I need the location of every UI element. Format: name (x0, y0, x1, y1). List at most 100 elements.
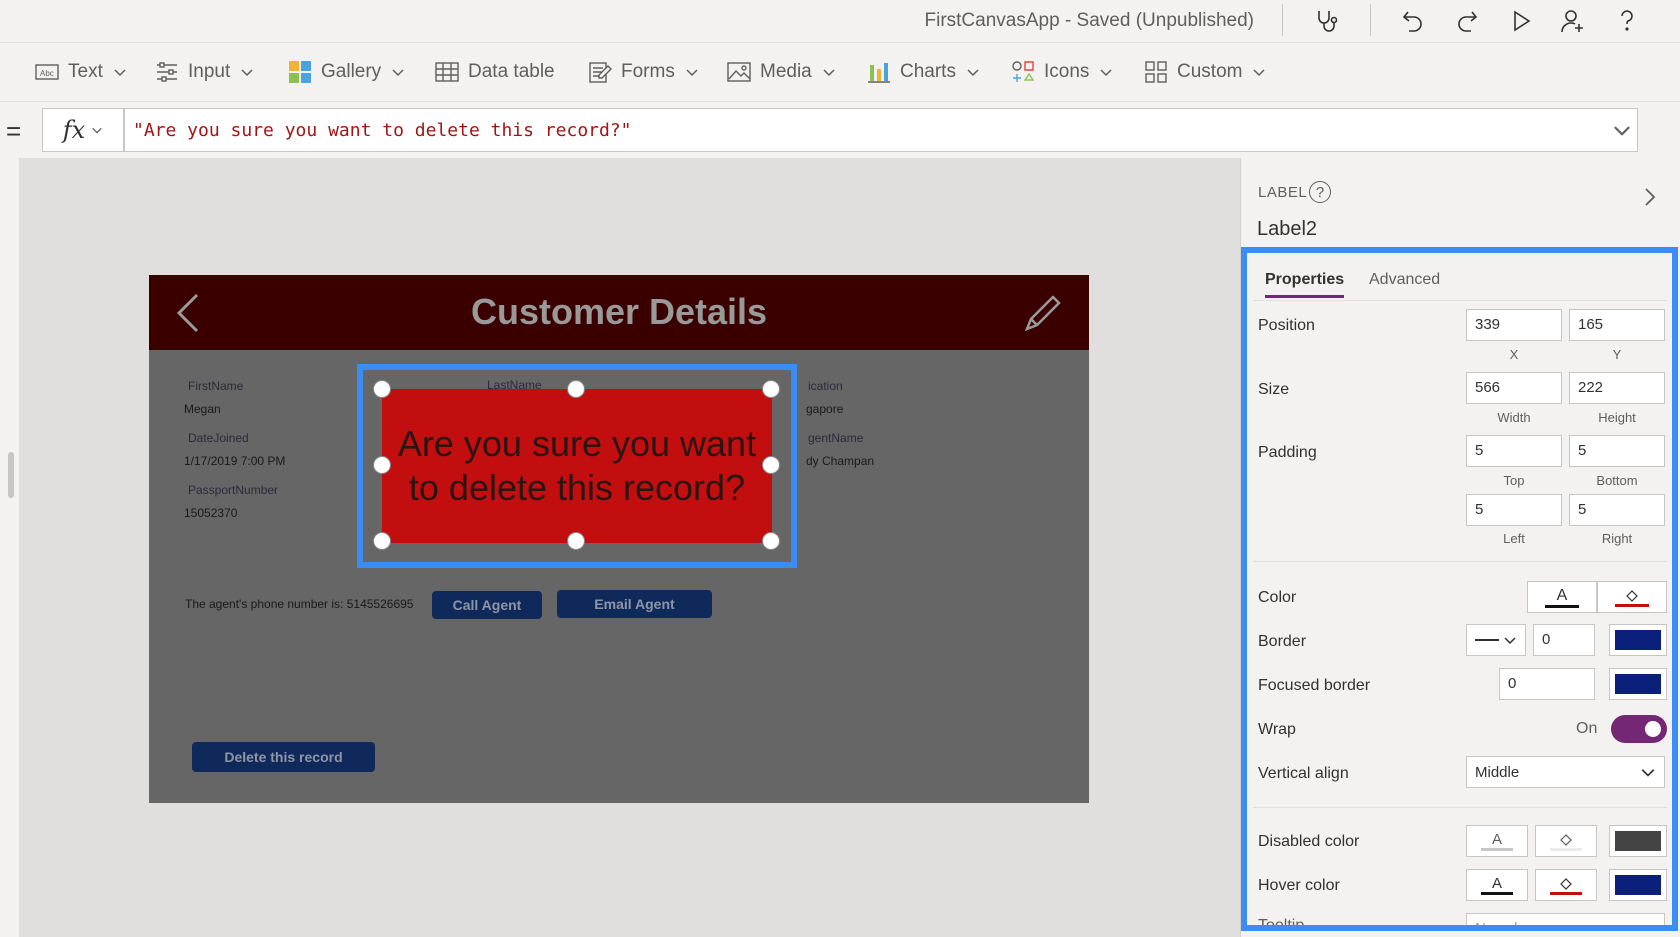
size-label: Size (1258, 381, 1290, 398)
title-separator (1282, 4, 1283, 36)
passport-label: PassportNumber (188, 483, 279, 497)
ribbon-media-button[interactable]: Media (726, 56, 836, 88)
image-icon (726, 59, 752, 85)
call-agent-button[interactable]: Call Agent (432, 591, 542, 619)
hover-fill-color-button[interactable] (1535, 869, 1597, 901)
delete-record-button[interactable]: Delete this record (192, 742, 375, 772)
tooltip-input[interactable]: No value (1466, 913, 1665, 925)
chevron-down-icon (392, 69, 404, 77)
wrap-toggle[interactable] (1611, 715, 1667, 743)
tab-advanced[interactable]: Advanced (1369, 271, 1440, 289)
agent-phone-text: The agent's phone number is: 5145526695 (185, 597, 414, 611)
equals-sign: = (6, 116, 22, 146)
formula-input[interactable]: "Are you sure you want to delete this re… (124, 108, 1638, 152)
border-style-dropdown[interactable] (1466, 624, 1526, 656)
font-color-icon: A (1491, 831, 1502, 848)
ribbon-gallery-button[interactable]: Gallery (287, 56, 405, 88)
chevron-down-icon (967, 69, 979, 77)
control-name: Label2 (1257, 218, 1318, 240)
focused-border-label: Focused border (1258, 677, 1371, 694)
form-icon (587, 59, 613, 85)
border-color-swatch[interactable] (1609, 624, 1667, 656)
ribbon-icons-label: Icons (1044, 61, 1090, 82)
ribbon-forms-button[interactable]: Forms (587, 56, 699, 88)
location-value: gapore (806, 402, 844, 416)
gallery-icon (287, 59, 313, 85)
ribbon-media-label: Media (760, 61, 812, 82)
resize-handle-top-right[interactable] (762, 380, 780, 398)
padding-left-input[interactable]: 5 (1466, 494, 1562, 526)
resize-handle-left[interactable] (373, 456, 391, 474)
resize-handle-top[interactable] (567, 380, 585, 398)
padding-bottom-input[interactable]: 5 (1569, 435, 1665, 467)
fill-color-button[interactable] (1597, 581, 1667, 613)
disabled-border-color-swatch[interactable] (1609, 825, 1667, 857)
stethoscope-icon[interactable] (1310, 5, 1342, 37)
ribbon-input-button[interactable]: Input (154, 56, 254, 88)
chevron-down-icon (1100, 69, 1112, 77)
focused-border-color-swatch[interactable] (1609, 668, 1667, 700)
icons-icon (1010, 59, 1036, 85)
wrap-state: On (1576, 720, 1598, 737)
section-divider (1253, 807, 1667, 808)
border-thickness-input[interactable]: 0 (1533, 624, 1595, 656)
back-arrow-icon[interactable] (175, 291, 201, 335)
redo-icon[interactable] (1451, 5, 1483, 37)
hover-border-color-swatch[interactable] (1609, 869, 1667, 901)
fx-dropdown[interactable]: fx (42, 108, 124, 152)
padding-top-input[interactable]: 5 (1466, 435, 1562, 467)
size-height-input[interactable]: 222 (1569, 372, 1665, 404)
size-width-caption: Width (1497, 410, 1531, 425)
email-agent-button[interactable]: Email Agent (557, 590, 712, 618)
focused-border-input[interactable]: 0 (1499, 668, 1595, 700)
disabled-color-label: Disabled color (1258, 833, 1360, 850)
vertical-align-dropdown[interactable]: Middle (1466, 756, 1665, 788)
datejoined-value: 1/17/2019 7:00 PM (184, 454, 286, 468)
left-gutter (0, 158, 20, 937)
app-title: FirstCanvasApp - Saved (Unpublished) (924, 10, 1255, 31)
help-circle-icon[interactable]: ? (1309, 181, 1331, 203)
tab-properties[interactable]: Properties (1265, 271, 1345, 298)
position-x-input[interactable]: 339 (1466, 309, 1562, 341)
resize-handle-bottom-left[interactable] (373, 532, 391, 550)
size-width-input[interactable]: 566 (1466, 372, 1562, 404)
share-user-icon[interactable] (1557, 5, 1589, 37)
edit-pencil-icon[interactable] (1021, 291, 1065, 335)
ribbon-datatable-button[interactable]: Data table (434, 56, 555, 88)
hover-text-color-button[interactable]: A (1466, 869, 1528, 901)
position-x-caption: X (1509, 347, 1519, 362)
hover-color-label: Hover color (1258, 877, 1340, 894)
resize-handle-bottom[interactable] (567, 532, 585, 550)
ribbon-text-button[interactable]: Abc Text (34, 56, 127, 88)
vertical-scrollbar[interactable] (8, 452, 14, 498)
text-color-button[interactable]: A (1527, 581, 1597, 613)
ribbon-charts-button[interactable]: Charts (866, 56, 980, 88)
help-icon[interactable] (1611, 5, 1643, 37)
chevron-down-icon (114, 69, 126, 77)
paint-bucket-icon (1560, 877, 1572, 890)
position-label: Position (1258, 317, 1315, 334)
disabled-text-color-button[interactable]: A (1466, 825, 1528, 857)
undo-icon[interactable] (1397, 5, 1429, 37)
ribbon-custom-button[interactable]: Custom (1143, 56, 1266, 88)
agentname-label: gentName (808, 431, 864, 445)
chevron-down-icon (823, 69, 835, 77)
position-y-input[interactable]: 165 (1569, 309, 1665, 341)
resize-handle-right[interactable] (762, 456, 780, 474)
padding-right-input[interactable]: 5 (1569, 494, 1665, 526)
padding-label: Padding (1258, 444, 1317, 461)
screen-title: Customer Details (470, 291, 768, 332)
disabled-fill-color-button[interactable] (1535, 825, 1597, 857)
resize-handle-top-left[interactable] (373, 380, 391, 398)
ribbon-custom-label: Custom (1177, 61, 1243, 82)
chevron-down-icon (241, 69, 253, 77)
play-icon[interactable] (1505, 5, 1537, 37)
formula-bar: = fx "Are you sure you want to delete th… (0, 102, 1680, 158)
ribbon-text-label: Text (68, 61, 103, 82)
confirm-delete-label[interactable]: Are you sure you want to delete this rec… (382, 389, 772, 543)
chevron-down-icon (92, 127, 102, 134)
chevron-down-icon[interactable] (1612, 120, 1632, 140)
resize-handle-bottom-right[interactable] (762, 532, 780, 550)
ribbon-icons-button[interactable]: Icons (1010, 56, 1113, 88)
chevron-right-icon[interactable] (1640, 186, 1660, 208)
